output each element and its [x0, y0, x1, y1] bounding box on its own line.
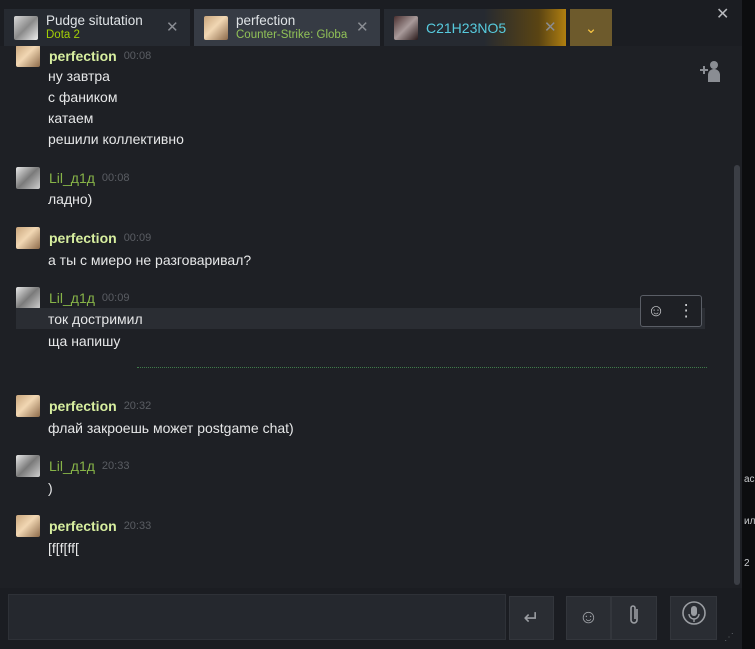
- chat-tab-bar: Pudge situtation Dota 2 ✕ perfection Cou…: [0, 0, 755, 46]
- author-name[interactable]: Lil_д1д: [49, 290, 95, 306]
- emoji-button[interactable]: ☺: [566, 596, 611, 640]
- author-name[interactable]: perfection: [49, 48, 117, 64]
- message-time: 00:08: [123, 50, 152, 62]
- message-header: perfection 20:33: [16, 515, 152, 537]
- background-window-edge: [742, 0, 755, 649]
- paperclip-icon: [627, 603, 641, 633]
- message-line: а ты с миеро не разговаривал?: [48, 252, 252, 268]
- tab-name: perfection: [236, 13, 296, 28]
- author-name[interactable]: Lil_д1д: [49, 458, 95, 474]
- message-time: 20:33: [123, 520, 152, 532]
- avatar[interactable]: [16, 227, 40, 249]
- tab-pudge-situtation[interactable]: Pudge situtation Dota 2 ✕: [4, 9, 190, 46]
- message-line: решили коллективно: [48, 131, 184, 147]
- voice-button[interactable]: [670, 596, 717, 640]
- author-name[interactable]: perfection: [49, 398, 117, 414]
- more-vertical-icon[interactable]: ⋮: [678, 301, 695, 321]
- edge-text: ил: [744, 516, 755, 527]
- tab-name: Pudge situtation: [46, 13, 143, 28]
- tab-c21h23no5[interactable]: C21H23NO5 ✕: [384, 9, 566, 46]
- author-name[interactable]: perfection: [49, 230, 117, 246]
- message-line: ща напишу: [48, 333, 121, 349]
- message-time: 20:33: [101, 460, 130, 472]
- avatar: [204, 15, 228, 40]
- message-header: Lil_д1д 20:33: [16, 455, 130, 477]
- message-header: perfection 00:08: [16, 46, 152, 67]
- message-line: флай закроешь может postgame chat): [48, 420, 294, 436]
- tab-name: C21H23NO5: [426, 20, 507, 35]
- message-time: 00:09: [123, 232, 152, 244]
- emoji-icon: ☺: [578, 607, 599, 628]
- message-header: perfection 00:09: [16, 227, 152, 249]
- message-line: ну завтра: [48, 68, 110, 84]
- message-time: 00:08: [101, 172, 130, 184]
- avatar[interactable]: [16, 167, 40, 189]
- message-line: с фаником: [48, 89, 118, 105]
- chat-log: perfection 00:08 ну завтра с фаником кат…: [0, 46, 733, 588]
- message-line: ток достримил: [48, 311, 143, 327]
- avatar[interactable]: [16, 395, 40, 417]
- author-name[interactable]: Lil_д1д: [49, 170, 95, 186]
- avatar[interactable]: [16, 46, 40, 67]
- chevron-down-icon: ⌄: [584, 19, 598, 37]
- add-user-icon[interactable]: [698, 60, 722, 87]
- close-icon[interactable]: ✕: [166, 18, 179, 36]
- add-reaction-icon[interactable]: ☺: [647, 301, 664, 321]
- message-line: ): [48, 480, 53, 496]
- close-icon[interactable]: ✕: [716, 4, 729, 24]
- close-icon[interactable]: ✕: [544, 18, 557, 36]
- message-line: [f[f[ff[: [48, 540, 79, 556]
- tab-perfection[interactable]: perfection Counter-Strike: Global Offens…: [194, 9, 380, 46]
- message-composer: ↵ ☺: [0, 588, 742, 649]
- avatar: [394, 15, 418, 40]
- tab-status: Counter-Strike: Global Offensive: [236, 28, 348, 41]
- scrollbar-thumb[interactable]: [734, 165, 740, 585]
- enter-icon: ↵: [523, 607, 540, 629]
- tab-dropdown-button[interactable]: ⌄: [570, 9, 612, 46]
- message-time: 20:32: [123, 400, 152, 412]
- resize-grip-icon[interactable]: ⋰: [724, 632, 734, 643]
- edge-text: 2: [744, 558, 750, 569]
- send-button[interactable]: ↵: [509, 596, 554, 640]
- message-header: perfection 20:32: [16, 395, 152, 417]
- message-header: Lil_д1д 00:09: [16, 287, 130, 309]
- message-time: 00:09: [101, 292, 130, 304]
- avatar: [14, 15, 38, 40]
- message-header: Lil_д1д 00:08: [16, 167, 130, 189]
- close-icon[interactable]: ✕: [356, 18, 369, 36]
- avatar[interactable]: [16, 455, 40, 477]
- new-messages-divider: [137, 367, 707, 368]
- edge-text: ас: [744, 474, 755, 485]
- author-name[interactable]: perfection: [49, 518, 117, 534]
- message-line: катаем: [48, 110, 94, 126]
- avatar[interactable]: [16, 515, 40, 537]
- message-input[interactable]: [8, 594, 506, 640]
- attach-button[interactable]: [611, 596, 657, 640]
- tab-status: Dota 2: [46, 28, 80, 41]
- message-line: ладно): [48, 191, 93, 207]
- microphone-icon: [681, 601, 707, 635]
- message-actions: ☺ ⋮: [640, 295, 702, 327]
- avatar[interactable]: [16, 287, 40, 309]
